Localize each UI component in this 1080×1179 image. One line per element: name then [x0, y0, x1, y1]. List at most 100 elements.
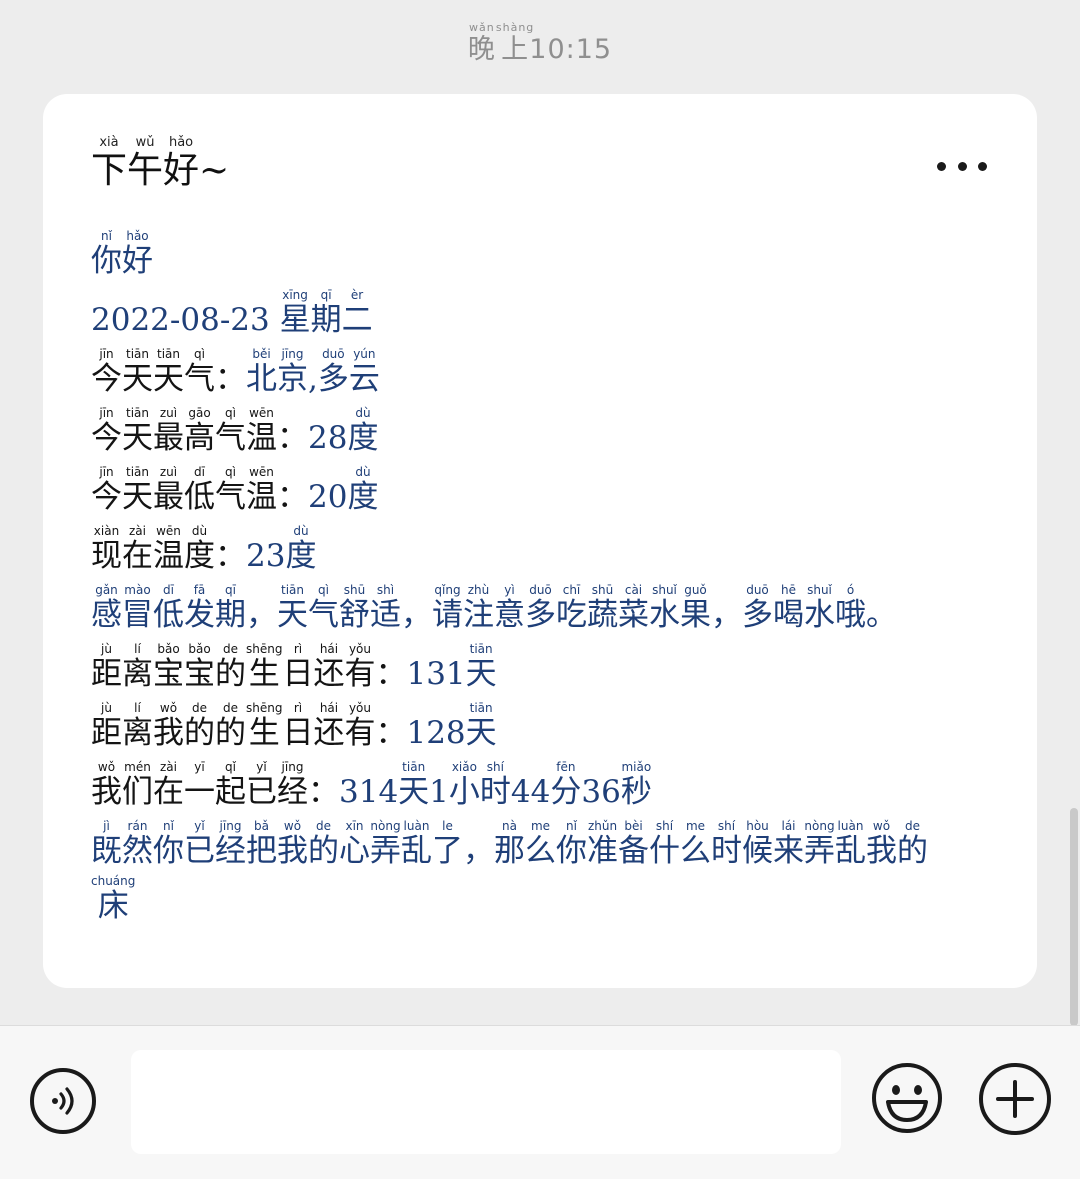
tip-char: 果guǒ — [680, 583, 711, 633]
emoji-icon[interactable] — [871, 1062, 943, 1134]
current-temp-line: 现xiàn在zài温wēn度dù：23度dù — [91, 524, 989, 584]
more-dot — [978, 161, 987, 171]
tip-char: 喝hē — [773, 583, 804, 633]
tip-char: 发fā — [184, 583, 215, 633]
more-dot — [937, 161, 946, 171]
tip-char: 意yì — [494, 583, 525, 633]
hanzi-char: 在zài — [153, 760, 184, 810]
hanzi-char: 宝bǎo — [153, 642, 184, 692]
hanzi-char: 在zài — [122, 524, 153, 574]
more-horizontal-icon[interactable] — [937, 160, 987, 172]
message-card: 下xià午wǔ好hǎo~ 你nǐ好hǎo 2022-08-23 星xīng期qī… — [43, 94, 1037, 988]
hanzi-char: 日rì — [282, 701, 314, 751]
hanzi-char: 现xiàn — [91, 524, 122, 574]
quote-char: 时shí — [711, 819, 742, 869]
hanzi-char: 的de — [215, 701, 246, 751]
baby-birthday-line: 距jù离lí宝bǎo宝bǎo的de生shēng日rì还hái有yǒu：131天t… — [91, 642, 989, 702]
hanzi-char: 温wēn — [246, 406, 277, 456]
weekday-char: 二èr — [341, 288, 373, 338]
hanzi-char: 宝bǎo — [184, 642, 215, 692]
hanzi-char: 好hǎo — [122, 229, 153, 279]
tip-char: 蔬shū — [587, 583, 618, 633]
hanzi-char: 生shēng — [246, 642, 283, 692]
unit-char: 度dù — [347, 465, 379, 515]
tip-char: 水shuǐ — [804, 583, 835, 633]
together-days: 314 — [339, 774, 399, 810]
greeting-suffix: ~ — [199, 150, 230, 191]
line-label: 今jīn天tiān最zuì高gāo气qì温wēn — [91, 406, 277, 456]
tip-char: 冒mào — [122, 583, 153, 633]
hanzi-char: 的de — [215, 642, 246, 692]
hanzi-char: 气qì — [215, 406, 246, 456]
quote-char: 了le — [432, 819, 463, 869]
hanzi-char: 日rì — [282, 642, 314, 692]
colon: ： — [215, 361, 246, 397]
high-temp-line: 今jīn天tiān最zuì高gāo气qì温wēn：28度dù — [91, 406, 989, 466]
scrollbar[interactable] — [1070, 808, 1078, 1026]
tip-char: 低dī — [153, 583, 184, 633]
punctuation: ， — [711, 597, 742, 633]
line-value: 128天tiān — [406, 701, 496, 751]
message-input[interactable] — [131, 1050, 841, 1154]
quote-char: 你nǐ — [556, 819, 587, 869]
hanzi-char: 温wēn — [246, 465, 277, 515]
quote-char: 弄nòng — [804, 819, 835, 869]
quote-char: 经jīng — [215, 819, 246, 869]
more-dot — [957, 161, 967, 171]
quote-char: 的de — [308, 819, 339, 869]
quote-char: 弄nòng — [370, 819, 401, 869]
hanzi-char: 离lí — [122, 701, 153, 751]
weather-value-char: 京jīng — [277, 347, 308, 397]
greeting-char: 下xià — [91, 135, 128, 191]
hanzi-char: 天tiān — [122, 347, 153, 397]
weather-value-char: 云yún — [348, 347, 380, 397]
unit-char: 分fēn — [550, 760, 582, 810]
unit-char: 天tiān — [398, 760, 430, 810]
card-header: 下xià午wǔ好hǎo~ — [91, 135, 989, 228]
voice-icon[interactable] — [30, 1068, 96, 1134]
greeting-char: 好hǎo — [163, 135, 200, 191]
unit-char: 秒miǎo — [620, 760, 652, 810]
hanzi-char: 的de — [184, 701, 215, 751]
quote-char: 的de — [897, 819, 928, 869]
time-value: 10:15 — [529, 34, 613, 65]
hello-line: 你nǐ好hǎo — [91, 229, 989, 289]
tip-char: 舒shū — [339, 583, 370, 633]
hanzi-char: 度dù — [184, 524, 215, 574]
tip-char: 请qǐng — [432, 583, 463, 633]
hanzi-char: 最zuì — [153, 406, 184, 456]
hanzi-char: 今jīn — [91, 406, 122, 456]
hanzi-char: 今jīn — [91, 465, 122, 515]
quote-char: 既jì — [91, 819, 122, 869]
date-value: 2022-08-23 — [91, 302, 280, 338]
quote-char: 什shí — [649, 819, 680, 869]
line-label: 今jīn天tiān最zuì低dī气qì温wēn — [91, 465, 277, 515]
quote-char: 然rán — [122, 819, 153, 869]
low-temp-line: 今jīn天tiān最zuì低dī气qì温wēn：20度dù — [91, 465, 989, 525]
quote-char: 来lái — [773, 819, 804, 869]
unit-char: 时shí — [479, 760, 511, 810]
punctuation: ， — [463, 833, 494, 869]
greeting-char: 午wǔ — [127, 135, 164, 191]
tip-char: 注zhù — [463, 583, 494, 633]
hanzi-char: 有yǒu — [344, 701, 376, 751]
plus-icon[interactable] — [978, 1062, 1052, 1136]
baby-birthday-days: 131 — [406, 656, 466, 692]
hanzi-char: 还hái — [313, 642, 345, 692]
punctuation: , — [308, 361, 318, 397]
tip-char: 哦ó — [835, 583, 866, 633]
timestamp-header: 晚wǎn上shàng10:15 — [0, 21, 1080, 66]
hanzi-char: 我wǒ — [91, 760, 122, 810]
quote-char: 你nǐ — [153, 819, 184, 869]
hanzi-char: 今jīn — [91, 347, 122, 397]
quote-char: 准zhǔn — [587, 819, 618, 869]
health-tip-line: 感gǎn冒mào低dī发fā期qī，天tiān气qì舒shū适shì，请qǐng… — [91, 583, 971, 643]
hanzi-char: 我wǒ — [153, 701, 184, 751]
hanzi-char: 离lí — [122, 642, 153, 692]
time-prefix-char: 上shàng — [495, 21, 535, 65]
hanzi-char: 低dī — [184, 465, 215, 515]
quote-char: 么me — [525, 819, 556, 869]
together-duration-line: 我wǒ们mén在zài一yī起qǐ已yǐ经jīng：314天tiān1小xiǎo… — [91, 760, 989, 820]
quote-char: 候hòu — [742, 819, 773, 869]
quote-char: 已yǐ — [184, 819, 215, 869]
